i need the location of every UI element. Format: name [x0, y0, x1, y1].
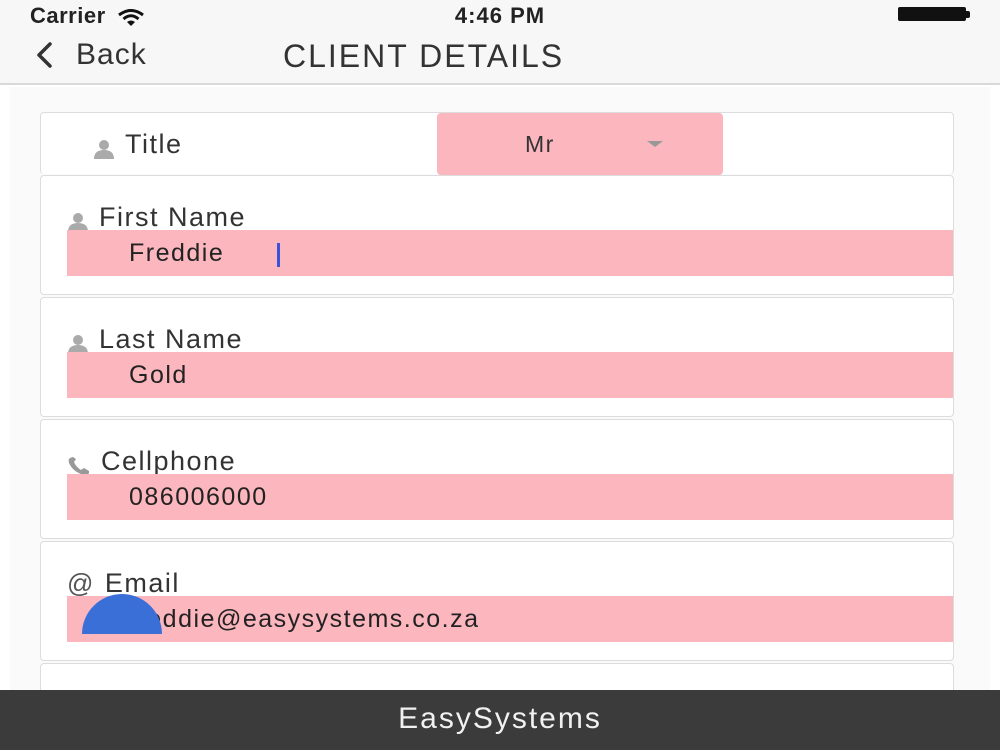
last-name-label-text: Last Name [99, 324, 244, 354]
last-name-input[interactable] [67, 352, 953, 398]
cellphone-field-row: Cellphone [40, 419, 954, 539]
first-name-field-label: First Name [67, 202, 246, 233]
cellphone-field-label: Cellphone [67, 446, 236, 477]
text-cursor [277, 243, 280, 267]
person-icon [67, 330, 89, 354]
client-form: Title Mr First Name Freddie Last Name Go… [10, 87, 990, 723]
phone-icon [67, 452, 91, 475]
person-icon [67, 208, 89, 232]
first-name-field-row: First Name [40, 175, 954, 295]
battery-icon [898, 7, 970, 21]
person-icon [93, 135, 115, 159]
caret-down-icon [647, 141, 663, 147]
cellphone-label-text: Cellphone [101, 446, 237, 476]
client-details-screen: Carrier 4:46 PM Back CLIENT DETAILS Titl… [0, 0, 1000, 750]
status-bar: Carrier 4:46 PM [0, 0, 1000, 30]
footer-brand-bar: EasySystems [0, 690, 1000, 750]
page-title: CLIENT DETAILS [283, 38, 565, 74]
last-name-field-label: Last Name [67, 324, 243, 355]
title-field-row: Title Mr [40, 112, 954, 175]
footer-brand: EasySystems [398, 702, 602, 735]
title-select[interactable]: Mr [437, 113, 723, 175]
title-field-label: Title [93, 129, 183, 160]
back-button-label: Back [76, 38, 147, 71]
title-label-text: Title [125, 129, 183, 159]
chevron-left-icon [34, 40, 54, 70]
title-selected-value: Mr [525, 130, 555, 157]
status-time: 4:46 PM [454, 3, 546, 28]
last-name-field-row: Last Name [40, 297, 954, 417]
back-button[interactable]: Back [34, 38, 147, 72]
first-name-input[interactable] [67, 230, 953, 276]
navigation-bar: Back CLIENT DETAILS [0, 30, 1000, 85]
at-icon: @ [67, 568, 95, 598]
cellphone-input[interactable] [67, 474, 953, 520]
email-input[interactable] [67, 596, 953, 642]
email-field-row: @ Email [40, 541, 954, 661]
first-name-label-text: First Name [99, 202, 247, 232]
